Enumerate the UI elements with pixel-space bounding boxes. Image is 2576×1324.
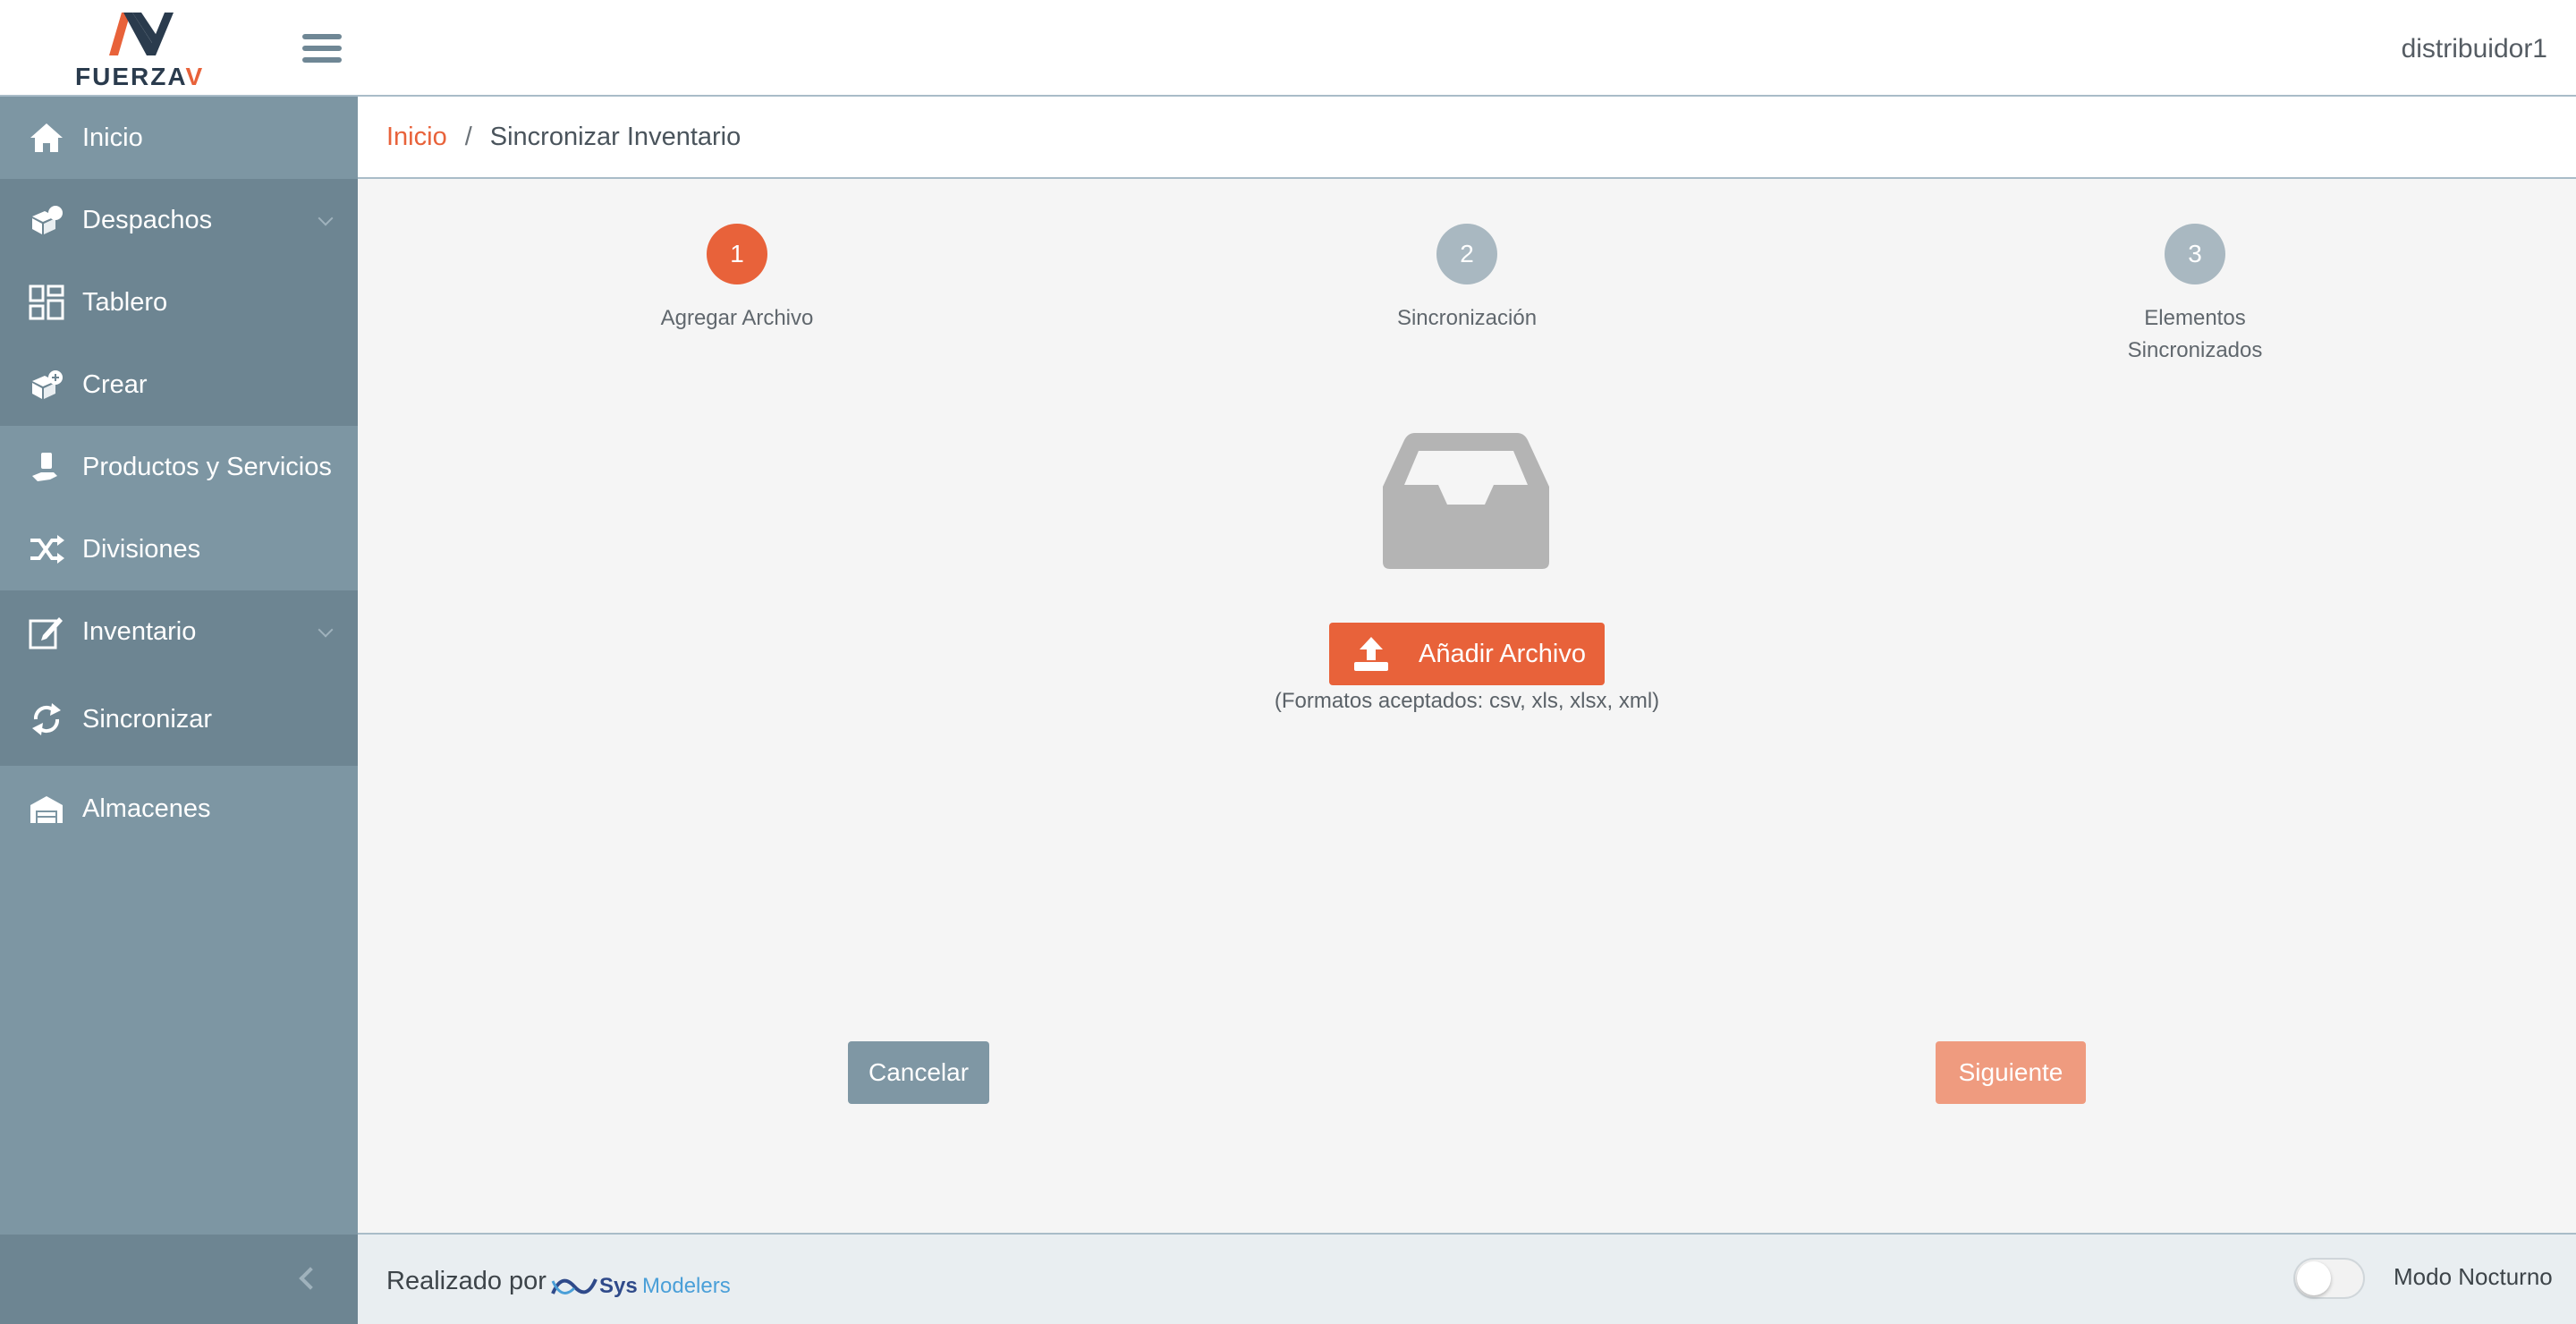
sidebar-item-label: Sincronizar [82,704,213,734]
dashboard-icon [27,283,66,322]
step-3-circle: 3 [2165,224,2225,284]
footer: Realizado por Sys Modelers Modo Nocturno [358,1233,2576,1324]
sidebar-item-divisiones[interactable]: Divisiones [0,508,358,590]
inbox-tray-icon [1383,429,1549,569]
sidebar-item-inicio[interactable]: Inicio [0,97,358,179]
next-button[interactable]: Siguiente [1936,1041,2086,1104]
step-2: 2 Sincronización [1351,224,1583,335]
made-by-text: Realizado por [386,1267,547,1295]
hand-box-icon [27,447,66,487]
user-name[interactable]: distribuidor1 [2402,34,2547,64]
sidebar-item-label: Inventario [82,616,197,646]
top-header: FUERZAV distribuidor1 [0,0,2576,97]
sidebar-item-label: Tablero [82,287,168,317]
sidebar-item-inventario[interactable]: Inventario [0,590,358,673]
cancel-button[interactable]: Cancelar [848,1041,989,1104]
night-mode-toggle[interactable] [2293,1258,2365,1299]
step-1: 1 Agregar Archivo [621,224,853,335]
warehouse-icon [27,789,66,828]
boxes-icon [27,200,66,240]
accepted-formats: (Formatos aceptados: csv, xls, xlsx, xml… [1274,689,1660,713]
step-1-circle: 1 [707,224,767,284]
menu-toggle-icon[interactable] [302,34,342,66]
brand-part-b: Modelers [642,1274,731,1298]
sidebar-item-label: Despachos [82,205,213,234]
sync-icon [27,700,66,739]
sidebar-item-tablero[interactable]: Tablero [0,261,358,344]
sidebar-item-label: Inicio [82,123,143,152]
sidebar-item-label: Productos y Servicios [82,452,332,481]
chevron-left-icon[interactable] [299,1267,322,1290]
sidebar-item-label: Divisiones [82,534,201,564]
chevron-down-icon [318,210,334,226]
step-3-label-line1: Elementos [2144,306,2246,330]
night-mode-label: Modo Nocturno [2394,1263,2553,1290]
upload-icon [1352,635,1390,673]
step-2-circle: 2 [1436,224,1497,284]
sidebar-item-label: Almacenes [82,794,211,823]
breadcrumb-home-link[interactable]: Inicio [386,123,447,152]
logo-text: FUERZAV [75,63,205,90]
sidebar-item-label: Crear [82,369,148,399]
step-3-label: Elementos Sincronizados [2079,302,2311,367]
add-file-button[interactable]: Añadir Archivo [1329,623,1605,685]
step-2-label: Sincronización [1396,306,1538,330]
logo-mark-icon [109,13,174,55]
breadcrumb-separator: / [464,122,472,151]
step-1-label: Agregar Archivo [660,306,814,330]
fuerzav-logo[interactable]: FUERZAV [75,7,205,90]
breadcrumb-current: Sincronizar Inventario [489,122,741,151]
brand-part-a: Sys [599,1274,638,1298]
step-3-label-line2: Sincronizados [2127,338,2263,362]
breadcrumb: Inicio / Sincronizar Inventario [358,97,2576,179]
sidebar-footer [0,1235,358,1324]
edit-icon [27,612,66,651]
home-icon [27,118,66,157]
sidebar-item-crear[interactable]: Crear [0,344,358,426]
sidebar-item-almacenes[interactable]: Almacenes [0,766,358,852]
toggle-knob [2297,1261,2331,1295]
sysmodelers-mark-icon [551,1278,597,1294]
add-file-label: Añadir Archivo [1419,639,1586,668]
box-plus-icon [27,365,66,404]
shuffle-icon [27,530,66,569]
sidebar-item-productos[interactable]: Productos y Servicios [0,426,358,508]
step-3: 3 Elementos Sincronizados [2079,224,2311,367]
sidebar-item-sincronizar[interactable]: Sincronizar [0,673,358,766]
sysmodelers-logo[interactable]: Sys Modelers [549,1269,733,1304]
chevron-down-icon [318,622,334,638]
sidebar-item-despachos[interactable]: Despachos [0,179,358,261]
sidebar: Inicio Despachos Tablero Crear Productos… [0,97,358,1324]
